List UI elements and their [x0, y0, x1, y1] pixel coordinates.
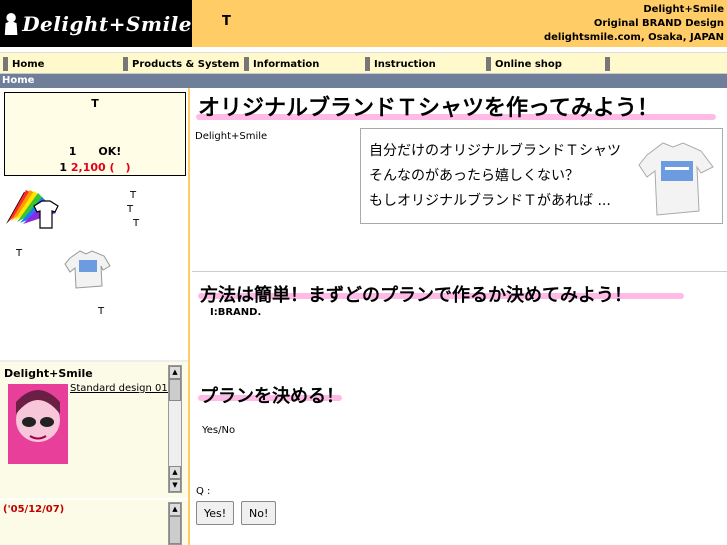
intro-line: もしオリジナルブランドＴがあれば ... — [369, 193, 611, 209]
promo-ok-line: 1 OK! — [68, 145, 122, 158]
question-label: Q : — [196, 486, 211, 497]
intro-line: そんなのがあったら嬉しくない？ — [369, 168, 579, 184]
fan-label-3: T — [133, 218, 140, 229]
design-panel-title: Delight+Smile — [4, 367, 93, 380]
promo-title: T — [91, 97, 99, 110]
nav-label: Online shop — [495, 58, 562, 70]
main-nav: Home Products & System Information Instr… — [0, 52, 727, 74]
fan-label-2: T — [127, 204, 134, 215]
scroll-up-icon[interactable]: ▲ — [169, 503, 181, 516]
brand-caption: Delight+Smile — [195, 131, 268, 142]
nav-label: Home — [12, 58, 45, 70]
nav-marker — [605, 57, 610, 71]
company-tagline: Original BRAND Design — [593, 18, 724, 29]
nav-instruction[interactable]: Instruction — [365, 56, 436, 72]
plan-heading: プランを決める！ — [200, 386, 344, 407]
breadcrumb-bar: Home — [0, 74, 727, 88]
nav-marker — [486, 57, 491, 71]
shirt-label-left: T — [16, 248, 23, 259]
design-thumbnail-icon[interactable] — [8, 384, 68, 464]
section-divider — [192, 271, 727, 272]
fan-label-1: T — [130, 190, 137, 201]
promo-price-suffix: ( ) — [109, 161, 131, 174]
tshirt-thumbnail-icon[interactable] — [64, 248, 112, 290]
design-panel: Delight+Smile Standard design 017 ▲ ▲ ▼ — [0, 362, 188, 498]
company-name: Delight+Smile — [643, 4, 724, 15]
scroll-down-icon[interactable]: ▼ — [169, 479, 181, 492]
main-content: オリジナルブランドＴシャツを作ってみよう！ Delight+Smile 自分だけ… — [192, 88, 727, 545]
method-heading: 方法は簡単！まずどのプランで作るか決めてみよう！ — [200, 285, 632, 306]
logo-figure-icon — [4, 12, 18, 35]
nav-label: Information — [253, 58, 320, 70]
page-title: オリジナルブランドＴシャツを作ってみよう！ — [198, 96, 659, 121]
shirt-label-bottom: T — [98, 306, 105, 317]
color-shirts-icon[interactable] — [4, 184, 64, 234]
no-button[interactable]: No! — [241, 501, 277, 525]
scroll-up-icon[interactable]: ▲ — [169, 466, 181, 479]
header-divider — [0, 47, 727, 50]
page: Delight+Smile T Delight+Smile Original B… — [0, 0, 727, 545]
logo-text: Delight+Smile — [22, 11, 192, 36]
nav-marker — [3, 57, 8, 71]
promo-box[interactable]: T 1 OK! 1 2,100 ( ) — [4, 92, 186, 176]
promo-price-line: 1 2,100 ( ) — [5, 159, 185, 175]
sidebar: T 1 OK! 1 2,100 ( ) T T T T T Delight+Sm… — [0, 88, 190, 545]
intro-line: 自分だけのオリジナルブランドＴシャツ — [369, 143, 621, 159]
intro-card: 自分だけのオリジナルブランドＴシャツ そんなのがあったら嬉しくない？ もしオリジ… — [360, 128, 723, 224]
scroll-thumb[interactable] — [169, 516, 181, 544]
header-company-info: Delight+Smile Original BRAND Design deli… — [544, 3, 724, 45]
nav-products[interactable]: Products & System — [123, 56, 239, 72]
nav-home[interactable]: Home — [3, 56, 44, 72]
nav-online-shop[interactable]: Online shop — [486, 56, 562, 72]
header: Delight+Smile T Delight+Smile Original B… — [0, 0, 727, 50]
nav-label: Instruction — [374, 58, 436, 70]
nav-extra[interactable] — [605, 56, 614, 72]
tshirt-photo-icon — [638, 142, 714, 216]
logo[interactable]: Delight+Smile — [0, 0, 192, 47]
nav-label: Products & System — [132, 58, 240, 70]
nav-marker — [244, 57, 249, 71]
yes-button[interactable]: Yes! — [196, 501, 235, 525]
ibrand-label: I:BRAND. — [210, 307, 262, 318]
promo-price-value: 2,100 — [70, 161, 106, 174]
yesno-instruction: Yes/No — [202, 425, 236, 436]
news-panel-scrollbar[interactable]: ▲ — [168, 502, 182, 545]
header-title: T — [222, 14, 231, 29]
news-panel: ('05/12/07) ▲ — [0, 500, 188, 545]
nav-marker — [123, 57, 128, 71]
scroll-up-icon[interactable]: ▲ — [169, 366, 181, 379]
design-link[interactable]: Standard design 017 — [70, 383, 174, 394]
breadcrumb[interactable]: Home — [2, 74, 34, 88]
promo-price-prefix: 1 — [59, 161, 68, 174]
scroll-thumb[interactable] — [169, 379, 181, 401]
intro-text: 自分だけのオリジナルブランドＴシャツ そんなのがあったら嬉しくない？ もしオリジ… — [369, 139, 621, 214]
nav-marker — [365, 57, 370, 71]
company-location: delightsmile.com, Osaka, JAPAN — [543, 32, 724, 43]
design-panel-scrollbar[interactable]: ▲ ▲ ▼ — [168, 365, 182, 493]
news-date: ('05/12/07) — [3, 504, 65, 515]
nav-information[interactable]: Information — [244, 56, 319, 72]
